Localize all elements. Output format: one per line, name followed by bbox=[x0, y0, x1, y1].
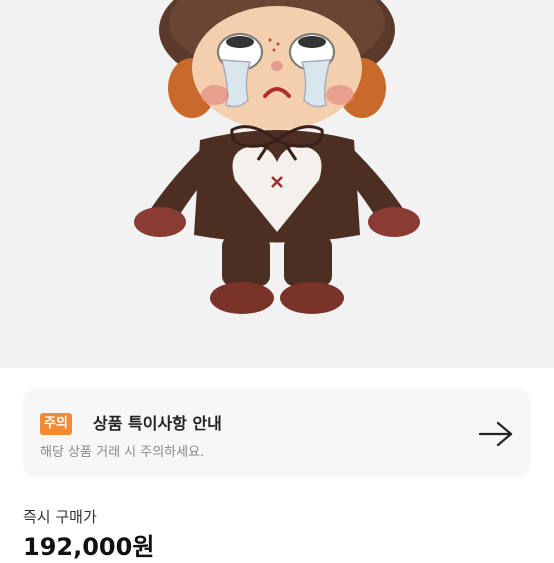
arrow-right-icon[interactable] bbox=[478, 420, 514, 448]
product-image[interactable] bbox=[0, 0, 554, 368]
figure-illustration bbox=[134, 0, 420, 314]
notice-title: 상품 특이사항 안내 bbox=[93, 414, 222, 433]
caution-badge: 주의 bbox=[40, 413, 72, 435]
price-value: 192,000원 bbox=[23, 533, 155, 561]
product-notice-card[interactable]: 주의 상품 특이사항 안내 해당 상품 거래 시 주의하세요. bbox=[23, 389, 530, 477]
instant-buy-label: 즉시 구매가 bbox=[23, 508, 97, 526]
notice-description: 해당 상품 거래 시 주의하세요. bbox=[40, 445, 205, 460]
